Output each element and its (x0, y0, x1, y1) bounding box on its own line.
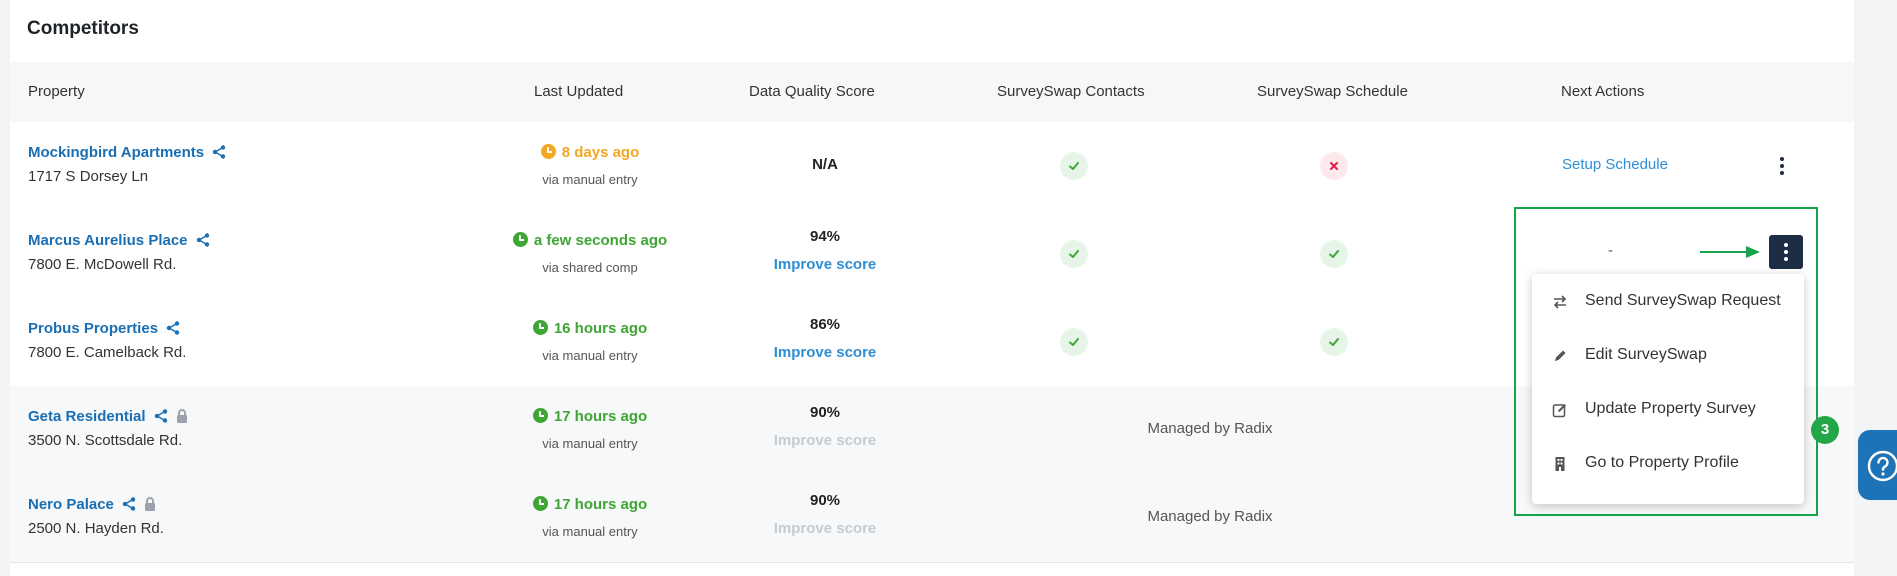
managed-by-label: Managed by Radix (1147, 508, 1273, 525)
menu-item-go-to-property-profile[interactable]: Go to Property Profile (1532, 438, 1804, 492)
improve-score-link[interactable]: Improve score (740, 256, 910, 273)
property-address: 1717 S Dorsey Ln (28, 168, 149, 185)
clock-icon (532, 496, 548, 511)
property-name-link[interactable]: Probus Properties (28, 320, 180, 337)
lock-icon (176, 409, 187, 423)
column-header-surveyswap-contacts: SurveySwap Contacts (997, 83, 1145, 100)
score-value: 90% (809, 404, 841, 421)
clock-icon (532, 408, 548, 423)
help-notification-badge: 3 (1811, 416, 1839, 444)
column-header-data-quality-score: Data Quality Score (749, 83, 875, 100)
question-icon (1867, 450, 1897, 482)
contacts-check-icon (1060, 328, 1088, 356)
share-icon[interactable] (166, 321, 180, 335)
pencil-icon (1555, 350, 1566, 361)
lock-icon (144, 497, 155, 511)
clock-icon (540, 144, 556, 159)
improve-score-link-disabled: Improve score (773, 520, 877, 537)
menu-item-label: Go to Property Profile (1585, 454, 1739, 471)
row-actions-menu-button[interactable] (1769, 235, 1803, 269)
column-header-next-actions: Next Actions (1561, 83, 1645, 100)
edit-box-icon (1552, 404, 1566, 418)
menu-item-label: Edit SurveySwap (1585, 346, 1707, 363)
property-name-link[interactable]: Geta Residential (28, 408, 188, 425)
swap-arrows-icon (1553, 295, 1567, 309)
update-source: via manual entry (542, 172, 638, 187)
score-value: N/A (812, 156, 838, 173)
section-title: Competitors (27, 18, 139, 39)
menu-item-label: Send SurveySwap Request (1585, 292, 1781, 309)
row-actions-menu-button[interactable] (1770, 153, 1794, 179)
menu-item-edit-surveyswap[interactable]: Edit SurveySwap (1532, 330, 1804, 384)
row-actions-dropdown: Send SurveySwap Request Edit SurveySwap … (1532, 274, 1804, 504)
update-source: via manual entry (542, 436, 638, 451)
property-address: 3500 N. Scottsdale Rd. (28, 432, 183, 449)
property-name-link[interactable]: Nero Palace (28, 496, 156, 513)
property-name-link[interactable]: Mockingbird Apartments (28, 144, 226, 161)
share-icon[interactable] (154, 409, 168, 423)
clock-icon (512, 232, 528, 247)
score-value: 94% (809, 228, 841, 245)
last-updated-time: 17 hours ago (500, 408, 680, 425)
schedule-x-icon (1320, 152, 1348, 180)
score-value: 90% (809, 492, 841, 509)
menu-item-send-surveyswap-request[interactable]: Send SurveySwap Request (1532, 276, 1804, 330)
update-source: via shared comp (542, 260, 638, 275)
building-icon (1555, 457, 1565, 471)
contacts-check-icon (1060, 152, 1088, 180)
property-address: 7800 E. Camelback Rd. (28, 344, 187, 361)
column-header-last-updated: Last Updated (534, 83, 624, 100)
schedule-check-icon (1320, 240, 1348, 268)
share-icon[interactable] (196, 233, 210, 247)
improve-score-link-disabled: Improve score (773, 432, 877, 449)
property-address: 2500 N. Hayden Rd. (28, 520, 164, 537)
last-updated-time: a few seconds ago (500, 232, 680, 249)
property-name-link[interactable]: Marcus Aurelius Place (28, 232, 210, 249)
table-header: Property Last Updated Data Quality Score… (10, 62, 1854, 123)
contacts-check-icon (1060, 240, 1088, 268)
menu-item-label: Update Property Survey (1585, 400, 1756, 417)
annotation-arrow (1700, 246, 1760, 258)
next-action-empty: - (1608, 242, 1613, 259)
help-button[interactable] (1858, 430, 1897, 500)
column-header-surveyswap-schedule: SurveySwap Schedule (1257, 83, 1408, 100)
table-row: Mockingbird Apartments 1717 S Dorsey Ln … (10, 122, 1854, 211)
score-value: 86% (809, 316, 841, 333)
improve-score-link[interactable]: Improve score (740, 344, 910, 361)
next-action-empty: - (1608, 506, 1613, 523)
update-source: via manual entry (542, 524, 638, 539)
share-icon[interactable] (212, 145, 226, 159)
last-updated-time: 8 days ago (500, 144, 680, 161)
update-source: via manual entry (542, 348, 638, 363)
share-icon[interactable] (122, 497, 136, 511)
last-updated-time: 16 hours ago (500, 320, 680, 337)
setup-schedule-link[interactable]: Setup Schedule (1540, 156, 1690, 173)
clock-icon (532, 320, 548, 335)
column-header-property: Property (28, 83, 85, 100)
property-address: 7800 E. McDowell Rd. (28, 256, 177, 273)
managed-by-label: Managed by Radix (1147, 420, 1273, 437)
last-updated-time: 17 hours ago (500, 496, 680, 513)
schedule-check-icon (1320, 328, 1348, 356)
menu-item-update-property-survey[interactable]: Update Property Survey (1532, 384, 1804, 438)
